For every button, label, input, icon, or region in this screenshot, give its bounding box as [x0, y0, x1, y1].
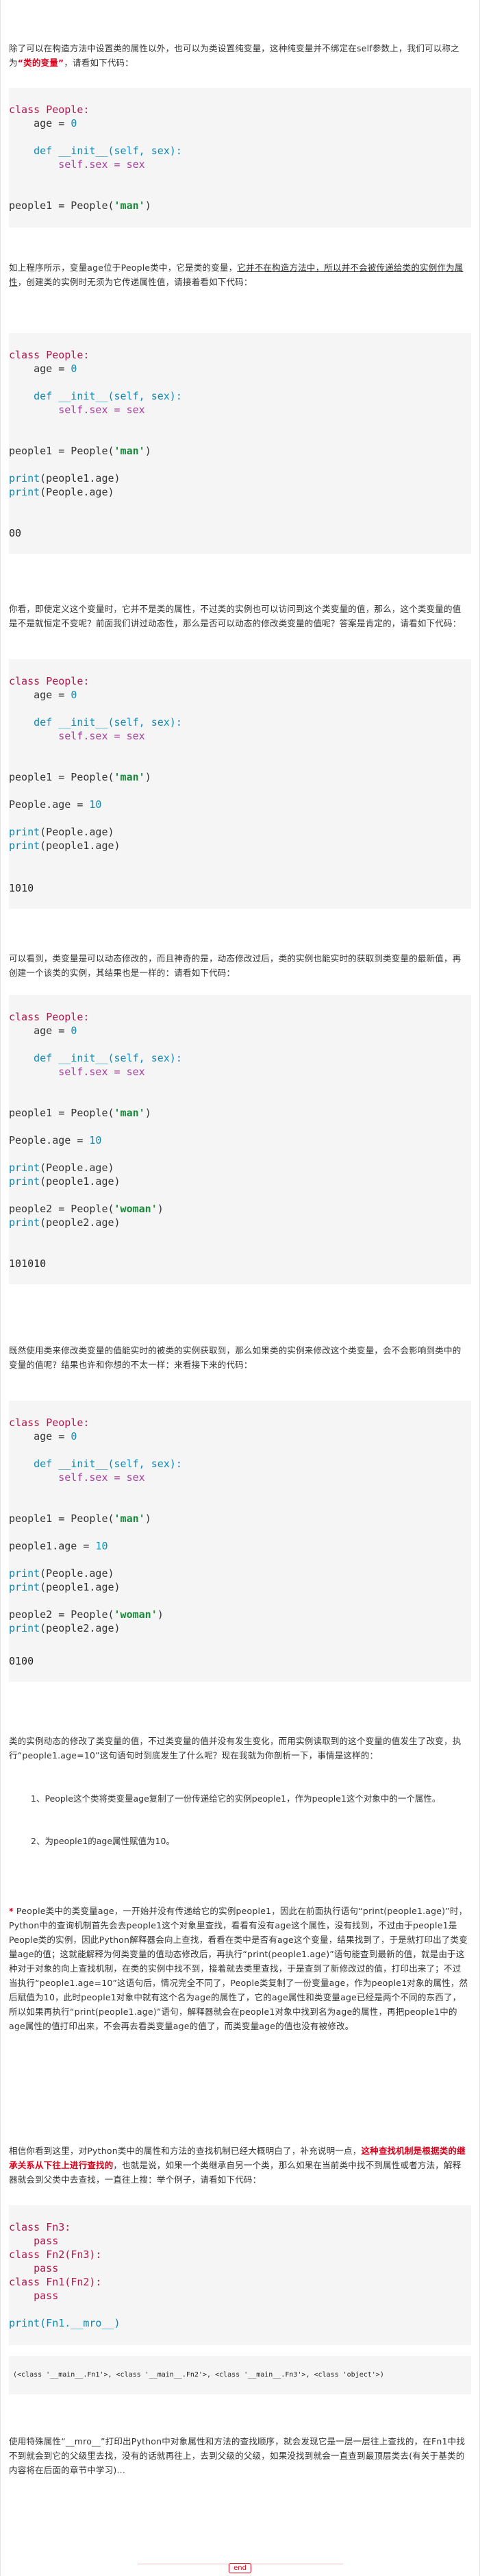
text: ，请看如下代码：: [64, 58, 134, 68]
paragraph-inheritance: 相信你看到这里，对Python类中的属性和方法的查找机制已经大概明白了，补充说明…: [9, 2146, 466, 2185]
paragraph-analysis: 类的实例动态的修改了类变量的值，不过类变量的值并没有发生变化，而用实例读取到的这…: [9, 1736, 462, 1761]
output-block-3: 101010: [9, 1243, 471, 1284]
end-badge: end: [229, 2563, 251, 2573]
output-block-mro: (<class '__main__.Fn1'>, <class '__main_…: [9, 2356, 471, 2394]
highlight-text: “类的变量”: [17, 58, 64, 68]
code-block-5: class People: age = 0 def __init__(self,…: [9, 1401, 471, 1650]
paragraph-intro: 除了可以在构造方法中设置类的属性以外，也可以为类设置纯变量，这种纯变量并不绑定在…: [9, 41, 470, 70]
list-item: 2、为people1的age属性赋值为10。: [31, 1836, 175, 1846]
code-block-2: class People: age = 0 def __init__(self,…: [9, 333, 471, 514]
paragraph-dynamic: 你看，即使定义这个变量时，它并不是类的属性，不过类的实例也可以访问到这个类变量的…: [9, 604, 462, 628]
output-block-2: 1010: [9, 868, 471, 909]
output-block-1: 00: [9, 513, 471, 554]
code-block-1: class People: age = 0 def __init__(self,…: [9, 88, 471, 228]
output-block-4: 0100: [9, 1641, 471, 1682]
paragraph-instance-modify: 既然使用类来修改类变量的值能实时的被类的实例获取到，那么如果类的实例来修改这个类…: [9, 1345, 462, 1370]
paragraph-mro-summary: 使用特殊属性“__mro__”打印出Python中对象属性和方法的查找顺序，就会…: [9, 2436, 466, 2475]
code-block-6: class Fn3: pass class Fn2(Fn3): pass class…: [9, 2205, 471, 2345]
end-marker: end: [1, 2560, 479, 2573]
code-block-3: class People: age = 0 def __init__(self,…: [9, 659, 471, 868]
code-block-4: class People: age = 0 def __init__(self,…: [9, 995, 471, 1244]
paragraph-lookup-mechanism: * People类中的类变量age，一开始并没有传递给它的实例people1，因…: [9, 1906, 468, 2031]
list-item: 1、People这个类将类变量age复制了一份传递给它的实例people1，作为…: [31, 1793, 441, 1804]
paragraph-class-variable: 如上程序所示，变量age位于People类中，它是类的变量，它并不在构造方法中，…: [9, 262, 464, 287]
paragraph-realtime: 可以看到，类变量是可以动态修改的，而且神奇的是，动态修改过后，类的实例也能实时的…: [9, 953, 462, 978]
article-page: 除了可以在构造方法中设置类的属性以外，也可以为类设置纯变量，这种纯变量并不绑定在…: [0, 0, 480, 2576]
